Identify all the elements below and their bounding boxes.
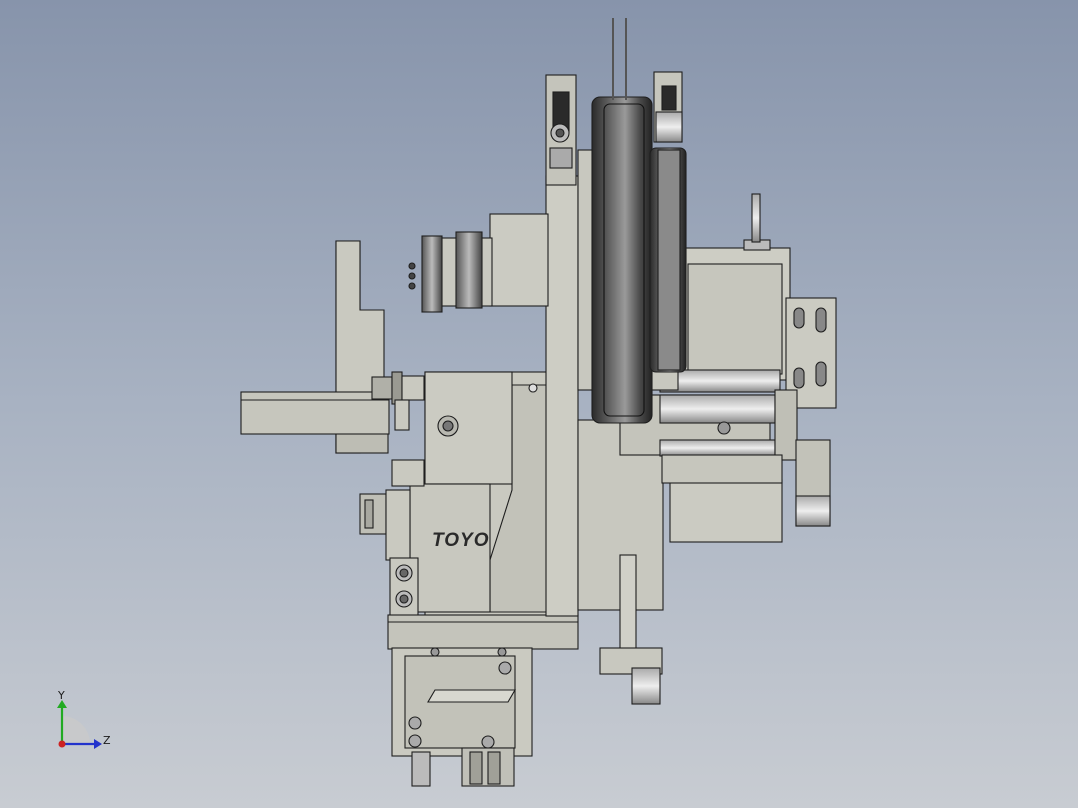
- coordinate-triad: Y Z: [57, 689, 111, 749]
- wire-guide: [612, 18, 627, 100]
- brand-logo-panel: TOYO: [409, 483, 491, 613]
- motor-housing[interactable]: [391, 647, 533, 757]
- pinch-roller[interactable]: [653, 71, 683, 143]
- cad-viewport[interactable]: TOYO Y Z: [0, 0, 1078, 808]
- feed-wheel[interactable]: [577, 96, 687, 424]
- motor-connector[interactable]: [411, 747, 515, 787]
- y-axis-label: Y: [57, 689, 65, 702]
- central-plate[interactable]: [545, 74, 579, 617]
- front-screws: [389, 557, 419, 619]
- sensor-block[interactable]: [661, 454, 783, 543]
- adjustment-knob[interactable]: [408, 213, 549, 313]
- z-axis-label: Z: [103, 734, 111, 747]
- cad-model-assembly[interactable]: TOYO: [240, 18, 837, 787]
- horizontal-arm[interactable]: [240, 391, 390, 435]
- base-plate[interactable]: [387, 614, 579, 650]
- brand-logo: TOYO: [432, 530, 490, 551]
